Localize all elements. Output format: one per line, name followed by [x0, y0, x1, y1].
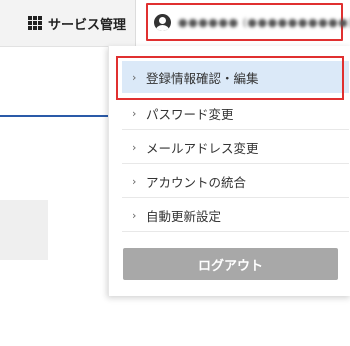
- menu-item-label: メールアドレス変更: [146, 141, 259, 156]
- user-name: ●●●●●● (●●●●●●●●●●): [178, 15, 350, 29]
- chevron-right-icon: ›: [132, 107, 137, 120]
- grid-icon: [28, 16, 42, 30]
- logout-button[interactable]: ログアウト: [123, 248, 338, 280]
- user-circle-icon: [154, 13, 171, 31]
- chevron-right-icon: ›: [132, 70, 137, 84]
- menu-item-auto-renewal[interactable]: › 自動更新設定: [122, 200, 349, 232]
- menu-item-change-email[interactable]: › メールアドレス変更: [122, 132, 349, 164]
- service-management-label: サービス管理: [48, 17, 127, 33]
- user-menu-button[interactable]: ●●●●●● (●●●●●●●●●●): [146, 3, 350, 41]
- chevron-right-icon: ›: [132, 175, 137, 188]
- background-accent-line: [0, 115, 110, 117]
- menu-item-label: パスワード変更: [146, 107, 234, 122]
- menu-item-change-password[interactable]: › パスワード変更: [122, 98, 349, 130]
- menu-item-merge-accounts[interactable]: › アカウントの統合: [122, 166, 349, 198]
- chevron-right-icon: ›: [132, 141, 137, 154]
- chevron-right-icon: ›: [132, 209, 137, 222]
- menu-item-edit-registration[interactable]: › 登録情報確認・編集: [122, 61, 349, 93]
- service-management-button[interactable]: サービス管理: [28, 12, 126, 34]
- menu-item-label: アカウントの統合: [146, 175, 247, 190]
- menu-item-label: 登録情報確認・編集: [146, 70, 259, 86]
- menu-item-label: 自動更新設定: [146, 209, 222, 224]
- background-panel: [0, 200, 48, 260]
